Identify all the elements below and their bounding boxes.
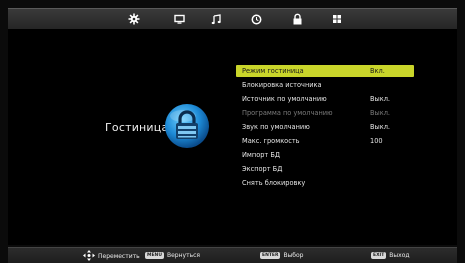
menu-item-default-program: Программа по умолчанию Выкл. bbox=[236, 107, 414, 119]
hint-back: MENU Вернуться bbox=[145, 252, 200, 259]
menu-item-max-volume[interactable]: Макс. громкость 100 bbox=[236, 135, 414, 147]
menu-item-label: Импорт БД bbox=[242, 151, 281, 159]
menu-item-value: Выкл. bbox=[370, 123, 391, 131]
menu-item-source-lock[interactable]: Блокировка источника bbox=[236, 79, 414, 91]
lock-icon[interactable] bbox=[290, 12, 304, 26]
menu-item-label: Блокировка источника bbox=[242, 81, 322, 89]
menu-item-label: Макс. громкость bbox=[242, 137, 300, 145]
page-title: Гостиница bbox=[105, 121, 169, 134]
clock-icon[interactable] bbox=[249, 12, 263, 26]
menu-item-label: Звук по умолчанию bbox=[242, 123, 310, 131]
menu-item-hotel-mode[interactable]: Режим гостиница Вкл. bbox=[236, 65, 414, 77]
menu-key-icon: MENU bbox=[145, 252, 164, 259]
hint-select: ENTER Выбор bbox=[260, 252, 304, 259]
monitor-icon[interactable] bbox=[172, 12, 186, 26]
menu-item-value: Вкл. bbox=[370, 67, 385, 75]
menu-item-label: Экспорт БД bbox=[242, 165, 283, 173]
hint-exit-label: Выход bbox=[389, 252, 410, 259]
menu-item-default-source[interactable]: Источник по умолчанию Выкл. bbox=[236, 93, 414, 105]
dpad-icon bbox=[83, 250, 95, 263]
hint-select-label: Выбор bbox=[283, 252, 304, 259]
menu-item-label: Программа по умолчанию bbox=[242, 109, 333, 117]
footer-hint-bar: Переместить MENU Вернуться ENTER Выбор E… bbox=[8, 247, 457, 263]
menu-item-value: Выкл. bbox=[370, 109, 391, 117]
grid-icon[interactable] bbox=[330, 12, 344, 26]
hotel-lock-icon bbox=[163, 102, 211, 150]
menu-item-label: Снять блокировку bbox=[242, 179, 306, 187]
menu-item-label: Режим гостиница bbox=[242, 67, 304, 75]
menu-item-import-db[interactable]: Импорт БД bbox=[236, 149, 414, 161]
hint-exit: EXIT Выход bbox=[371, 252, 410, 259]
menu-item-value: 100 bbox=[370, 137, 383, 145]
hint-move: Переместить bbox=[83, 250, 140, 263]
tv-screen: Гостиница Режим гостиница Вкл. Блокировк… bbox=[0, 0, 465, 263]
hotel-settings-menu: Режим гостиница Вкл. Блокировка источник… bbox=[236, 65, 414, 191]
hint-back-label: Вернуться bbox=[166, 252, 201, 259]
gear-icon[interactable] bbox=[127, 12, 141, 26]
music-note-icon[interactable] bbox=[209, 12, 223, 26]
menu-item-export-db[interactable]: Экспорт БД bbox=[236, 163, 414, 175]
menu-item-default-volume[interactable]: Звук по умолчанию Выкл. bbox=[236, 121, 414, 133]
menu-item-label: Источник по умолчанию bbox=[242, 95, 327, 103]
top-menu-bar bbox=[8, 8, 457, 29]
hint-move-label: Переместить bbox=[98, 253, 140, 260]
menu-item-value: Выкл. bbox=[370, 95, 391, 103]
enter-key-icon: ENTER bbox=[260, 252, 281, 259]
exit-key-icon: EXIT bbox=[371, 252, 387, 259]
menu-item-unlock[interactable]: Снять блокировку bbox=[236, 177, 414, 189]
